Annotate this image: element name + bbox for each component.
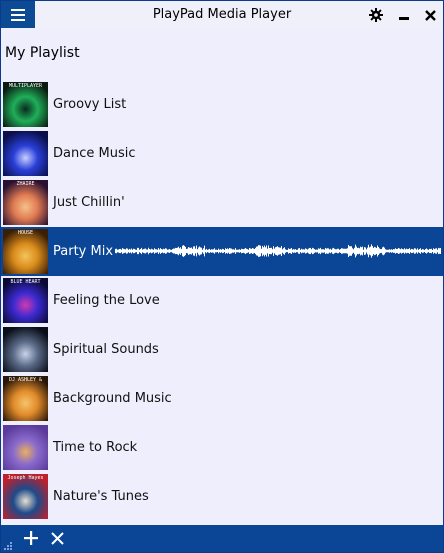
resize-grip-icon[interactable] <box>4 542 12 550</box>
playlist-item-label: Just Chillin' <box>53 195 125 210</box>
player-window: PlayPad Media Player My Playlist MULTIPL… <box>0 0 444 553</box>
album-art-text: Joseph Hayes <box>7 475 44 481</box>
playlist-item[interactable]: Joseph Hayes Nature's Tunes <box>1 472 443 521</box>
plus-icon <box>24 531 38 545</box>
album-art: HOUSE <box>3 229 48 274</box>
playlist-item-label: Background Music <box>53 391 172 406</box>
album-art <box>3 327 48 372</box>
album-art-text: ZHAIRE <box>16 181 35 187</box>
remove-button[interactable] <box>48 529 66 547</box>
album-art <box>3 425 48 470</box>
album-art-text: BLUE HEART <box>10 279 41 285</box>
playlist-item-label: Nature's Tunes <box>53 489 149 504</box>
album-art: DJ ASHLEY & MASTER <box>3 376 48 421</box>
playlist-heading: My Playlist <box>5 45 80 61</box>
playlist-item[interactable]: Spiritual Sounds <box>1 325 443 374</box>
album-art: ZHAIRE <box>3 180 48 225</box>
waveform-visualizer[interactable] <box>115 239 441 263</box>
album-art-text <box>3 425 48 434</box>
playlist-item-label: Party Mix <box>53 244 114 259</box>
playlist-list: MULTIPLAYER RADIO Groovy List Dance Music Z… <box>1 80 443 521</box>
playlist-item[interactable]: HOUSE Party Mix <box>1 227 443 276</box>
close-icon <box>424 9 436 21</box>
playlist-item[interactable]: Dance Music <box>1 129 443 178</box>
album-art: Joseph Hayes <box>3 474 48 519</box>
minimize-button[interactable] <box>395 6 413 24</box>
album-art-text: MULTIPLAYER RADIO <box>8 83 43 89</box>
close-button[interactable] <box>421 6 439 24</box>
titlebar: PlayPad Media Player <box>1 1 443 29</box>
playlist-item[interactable]: BLUE HEART Feeling the Love <box>1 276 443 325</box>
album-art-text <box>3 327 48 336</box>
minimize-icon <box>399 17 409 20</box>
playlist-item-label: Feeling the Love <box>53 293 160 308</box>
add-button[interactable] <box>22 529 40 547</box>
playlist-item[interactable]: MULTIPLAYER RADIO Groovy List <box>1 80 443 129</box>
album-art-text: DJ ASHLEY & MASTER <box>8 377 43 383</box>
x-icon <box>50 531 64 545</box>
album-art <box>3 131 48 176</box>
bottom-toolbar <box>1 525 443 552</box>
playlist-item-label: Groovy List <box>53 97 127 112</box>
gear-icon <box>369 8 383 22</box>
playlist-item-label: Spiritual Sounds <box>53 342 159 357</box>
album-art-text: HOUSE <box>17 230 34 236</box>
album-art-text <box>3 131 48 140</box>
album-art: MULTIPLAYER RADIO <box>3 82 48 127</box>
playlist-item[interactable]: ZHAIRE Just Chillin' <box>1 178 443 227</box>
album-art: BLUE HEART <box>3 278 48 323</box>
settings-button[interactable] <box>367 6 385 24</box>
playlist-item[interactable]: DJ ASHLEY & MASTER Background Music <box>1 374 443 423</box>
playlist-item[interactable]: Time to Rock <box>1 423 443 472</box>
playlist-item-label: Time to Rock <box>53 440 138 455</box>
playlist-item-label: Dance Music <box>53 146 136 161</box>
